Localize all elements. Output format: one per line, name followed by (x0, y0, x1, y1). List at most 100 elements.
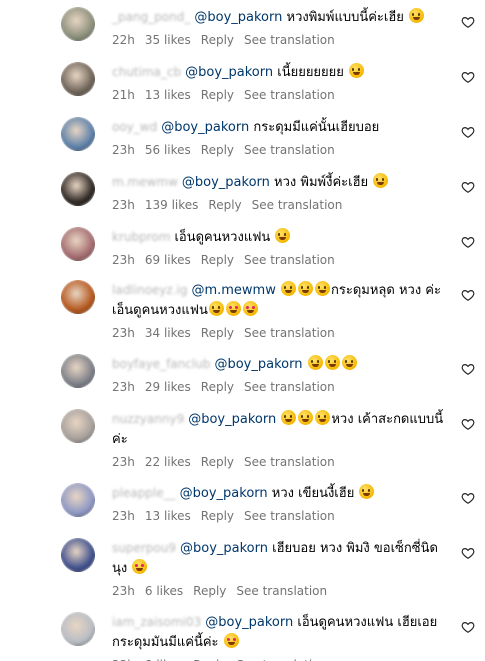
joy-emoji-icon (324, 355, 340, 370)
avatar[interactable] (61, 172, 95, 206)
joy-emoji-icon (409, 8, 425, 23)
see-translation-button[interactable]: See translation (244, 253, 335, 267)
avatar[interactable] (61, 280, 95, 314)
like-heart-icon[interactable] (461, 546, 475, 560)
reply-button[interactable]: Reply (201, 455, 234, 469)
likes-count[interactable]: 69 likes (145, 253, 191, 267)
like-heart-icon[interactable] (461, 235, 475, 249)
mention-link[interactable]: @m.mewmw (191, 283, 275, 298)
joy-emoji-icon (275, 228, 291, 243)
joy-emoji-icon (281, 281, 296, 296)
reply-button[interactable]: Reply (193, 584, 226, 598)
joy-emoji-icon (341, 355, 357, 370)
likes-count[interactable]: 139 likes (145, 198, 199, 212)
comment-meta: 21h 13 likes Reply See translation (112, 88, 345, 102)
avatar[interactable] (61, 7, 95, 41)
see-translation-button[interactable]: See translation (244, 455, 335, 469)
mention-link[interactable]: @boy_pakorn (180, 486, 268, 501)
mention-link[interactable]: @boy_pakorn (205, 615, 293, 630)
wink-emoji-icon (349, 63, 365, 78)
mention-link[interactable]: @boy_pakorn (194, 10, 282, 25)
see-translation-button[interactable]: See translation (244, 326, 335, 340)
mention-link[interactable]: @boy_pakorn (180, 541, 268, 556)
comment-text: iam_zaisomi03 @boy_pakorn เอ็นดูคนหวงแฟน … (112, 612, 450, 653)
see-translation-button[interactable]: See translation (244, 380, 335, 394)
likes-count[interactable]: 29 likes (145, 380, 191, 394)
see-translation-button[interactable]: See translation (244, 33, 335, 47)
reply-button[interactable]: Reply (201, 380, 234, 394)
avatar[interactable] (61, 538, 95, 572)
reply-button[interactable]: Reply (201, 143, 234, 157)
username-link[interactable]: ladlinoeyz.ig (112, 283, 187, 297)
mention-link[interactable]: @boy_pakorn (185, 65, 273, 80)
likes-count[interactable]: 13 likes (145, 509, 191, 523)
username-link[interactable]: chutima_cb (112, 65, 181, 79)
avatar[interactable] (61, 117, 95, 151)
username-link[interactable]: m.mewmw (112, 175, 178, 189)
like-heart-icon[interactable] (461, 15, 475, 29)
see-translation-button[interactable]: See translation (252, 198, 343, 212)
like-heart-icon[interactable] (461, 362, 475, 376)
avatar[interactable] (61, 409, 95, 443)
username-link[interactable]: boyfaye_fanclub (112, 357, 210, 371)
comment-body: กระดุมมีแค่นั้นเฮียบอย (253, 120, 380, 135)
mention-link[interactable]: @boy_pakorn (214, 357, 302, 372)
avatar[interactable] (61, 612, 95, 646)
comment-text: boyfaye_fanclub @boy_pakorn (112, 354, 450, 375)
comment-meta: 23h 56 likes Reply See translation (112, 143, 345, 157)
likes-count[interactable]: 13 likes (145, 88, 191, 102)
see-translation-button[interactable]: See translation (244, 509, 335, 523)
comment-body: เนี้ยยยยยยย (277, 65, 344, 80)
username-link[interactable]: iam_zaisomi03 (112, 615, 201, 629)
username-link[interactable]: krubprom (112, 230, 170, 244)
see-translation-button[interactable]: See translation (244, 143, 335, 157)
username-link[interactable]: ooy_wd (112, 120, 157, 134)
see-translation-button[interactable]: See translation (244, 88, 335, 102)
comment-meta: 23h 29 likes Reply See translation (112, 380, 345, 394)
timestamp: 22h (112, 33, 135, 47)
username-link[interactable]: _pang_pond_ (112, 10, 190, 24)
comment-body: หวงพิมพ์แบบนี้ค่ะเฮีย (286, 10, 404, 25)
timestamp: 23h (112, 509, 135, 523)
reply-button[interactable]: Reply (208, 198, 241, 212)
reply-button[interactable]: Reply (201, 88, 234, 102)
likes-count[interactable]: 22 likes (145, 455, 191, 469)
username-link[interactable]: superpou9 (112, 541, 176, 555)
mention-link[interactable]: @boy_pakorn (161, 120, 249, 135)
likes-count[interactable]: 6 likes (145, 584, 183, 598)
comment-meta: 23h 6 likes Reply See translation (112, 584, 337, 598)
grin-emoji-icon (315, 410, 331, 425)
reply-button[interactable]: Reply (201, 33, 234, 47)
grin-emoji-icon (298, 410, 314, 425)
avatar[interactable] (61, 62, 95, 96)
likes-count[interactable]: 56 likes (145, 143, 191, 157)
avatar[interactable] (61, 354, 95, 388)
comment-body: หวง พิมพ์งี้ค่ะเฮีย (274, 175, 369, 190)
reply-button[interactable]: Reply (201, 326, 234, 340)
avatar[interactable] (61, 227, 95, 261)
like-heart-icon[interactable] (461, 288, 475, 302)
mention-link[interactable]: @boy_pakorn (188, 412, 276, 427)
like-heart-icon[interactable] (461, 620, 475, 634)
timestamp: 23h (112, 253, 135, 267)
see-translation-button[interactable]: See translation (236, 584, 327, 598)
reply-button[interactable]: Reply (201, 253, 234, 267)
like-heart-icon[interactable] (461, 491, 475, 505)
avatar[interactable] (61, 483, 95, 517)
likes-count[interactable]: 35 likes (145, 33, 191, 47)
timestamp: 23h (112, 380, 135, 394)
like-heart-icon[interactable] (461, 417, 475, 431)
wink-emoji-icon (359, 484, 375, 499)
username-link[interactable]: pleapple__ (112, 486, 176, 500)
comment-text: superpou9 @boy_pakorn เฮียบอย หวง พิมงิ ข… (112, 538, 450, 579)
comment-text: krubprom เอ็นดูคนหวงแฟน (112, 227, 450, 248)
like-heart-icon[interactable] (461, 125, 475, 139)
like-heart-icon[interactable] (461, 70, 475, 84)
reply-button[interactable]: Reply (201, 509, 234, 523)
username-link[interactable]: nuzzyanny9 (112, 412, 184, 426)
comment-meta: 22h 35 likes Reply See translation (112, 33, 345, 47)
mention-link[interactable]: @boy_pakorn (182, 175, 270, 190)
grin-emoji-icon (281, 410, 297, 425)
like-heart-icon[interactable] (461, 180, 475, 194)
likes-count[interactable]: 34 likes (145, 326, 191, 340)
